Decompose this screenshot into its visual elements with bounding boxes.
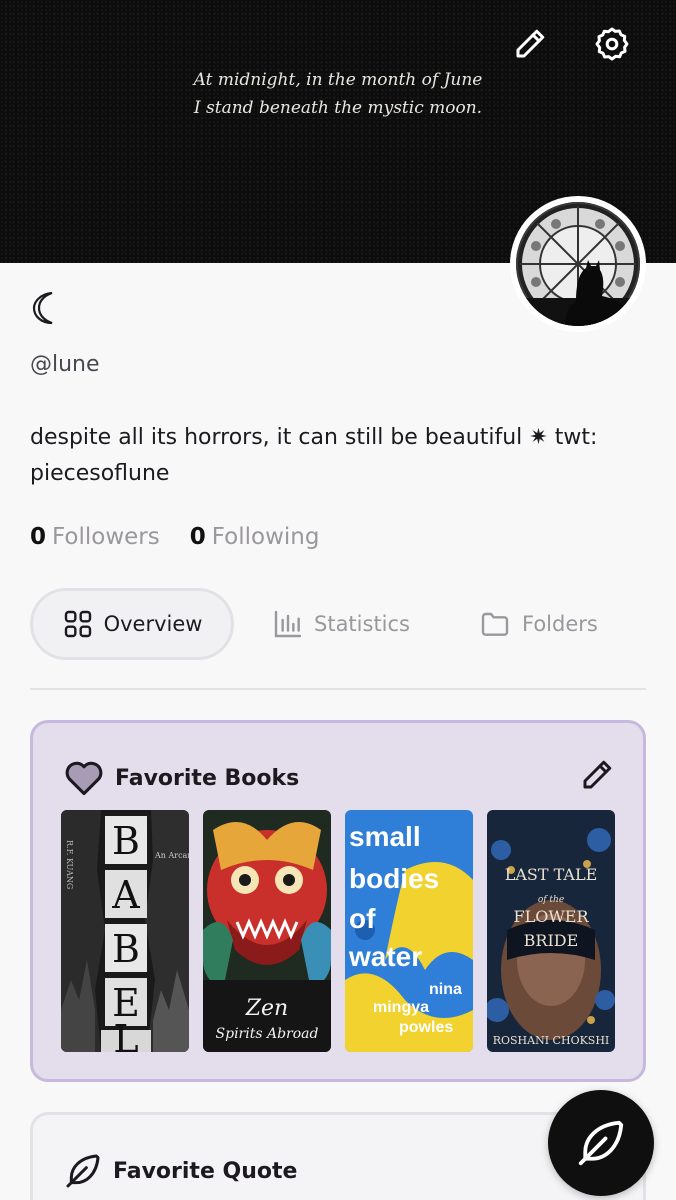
follow-counts: 0 Followers 0 Following: [30, 524, 319, 550]
svg-text:mingya: mingya: [373, 999, 429, 1016]
profile-avatar[interactable]: [510, 196, 646, 332]
svg-text:LAST TALE: LAST TALE: [505, 865, 598, 884]
tabs-divider: [30, 688, 646, 690]
svg-text:L: L: [113, 1017, 138, 1052]
edit-favorite-books-button[interactable]: [579, 757, 615, 797]
book-cover-last-tale-flower-bride[interactable]: LAST TALE of the FLOWER BRIDE ROSHANI CH…: [487, 810, 615, 1052]
followers-count: 0: [30, 524, 47, 550]
book1-subtitle: An Arcane History: [154, 851, 189, 860]
pencil-icon: [583, 760, 612, 789]
svg-text:A: A: [111, 873, 140, 917]
tab-overview-label: Overview: [103, 612, 203, 636]
svg-text:water: water: [348, 941, 422, 972]
avatar-image: [516, 202, 640, 326]
following-label: Following: [211, 524, 320, 550]
svg-text:bodies: bodies: [349, 863, 439, 894]
svg-text:Spirits Abroad: Spirits Abroad: [216, 1026, 319, 1042]
svg-text:powles: powles: [399, 1019, 453, 1036]
following-count: 0: [189, 524, 206, 550]
crescent-moon-icon: [30, 290, 62, 330]
svg-text:of the: of the: [538, 895, 564, 905]
bar-chart-icon: [274, 610, 302, 638]
svg-text:FLOWER: FLOWER: [513, 907, 589, 926]
svg-text:B: B: [112, 819, 140, 863]
tab-folders[interactable]: Folders: [478, 588, 598, 660]
favorite-books-header: Favorite Books: [63, 759, 299, 797]
followers-label: Followers: [52, 524, 160, 550]
profile-handle: @lune: [30, 352, 100, 377]
followers-link[interactable]: 0 Followers: [30, 524, 160, 550]
svg-text:Zen: Zen: [245, 996, 288, 1021]
edit-profile-button[interactable]: [508, 22, 552, 66]
folder-icon: [481, 612, 509, 636]
feather-icon: [578, 1120, 624, 1166]
grid-icon: [64, 610, 91, 638]
tab-folders-label: Folders: [522, 612, 598, 636]
book-cover-babel[interactable]: BABEL R.F. KUANG An Arcane History: [61, 810, 189, 1052]
svg-text:BRIDE: BRIDE: [524, 931, 579, 950]
svg-text:small: small: [349, 821, 421, 852]
following-link[interactable]: 0 Following: [190, 524, 320, 550]
compose-fab-button[interactable]: [548, 1090, 654, 1196]
banner-quote-line-1: At midnight, in the month of June: [193, 70, 483, 90]
feather-icon: [66, 1154, 100, 1188]
favorite-quote-header: Favorite Quote: [63, 1151, 297, 1191]
svg-text:ROSHANI CHOKSHI: ROSHANI CHOKSHI: [493, 1034, 610, 1047]
banner-quote: At midnight, in the month of June I stan…: [0, 66, 676, 122]
banner-quote-line-2: I stand beneath the mystic moon.: [193, 98, 483, 118]
svg-text:nina: nina: [429, 981, 462, 998]
pencil-icon: [516, 29, 545, 58]
book1-author: R.F. KUANG: [65, 840, 74, 889]
favorite-books-card: Favorite Books BABEL R.F. KUANG An Arcan…: [30, 720, 646, 1082]
book-cover-zen-spirits-abroad[interactable]: Zen Spirits Abroad: [203, 810, 331, 1052]
profile-tabs: Overview Statistics Folders: [30, 588, 646, 660]
book-cover-small-bodies-of-water[interactable]: small bodies of water nina mingya powles: [345, 810, 473, 1052]
svg-text:of: of: [349, 903, 376, 934]
profile-bio: despite all its horrors, it can still be…: [30, 425, 598, 486]
svg-text:B: B: [112, 927, 140, 971]
tab-overview[interactable]: Overview: [30, 588, 234, 660]
heart-icon: [65, 761, 103, 796]
tab-statistics-label: Statistics: [314, 612, 410, 636]
gear-icon: [595, 27, 629, 61]
tab-statistics[interactable]: Statistics: [272, 588, 410, 660]
favorite-books-title: Favorite Books: [115, 765, 300, 791]
favorite-quote-title: Favorite Quote: [113, 1158, 298, 1184]
settings-button[interactable]: [590, 22, 634, 66]
